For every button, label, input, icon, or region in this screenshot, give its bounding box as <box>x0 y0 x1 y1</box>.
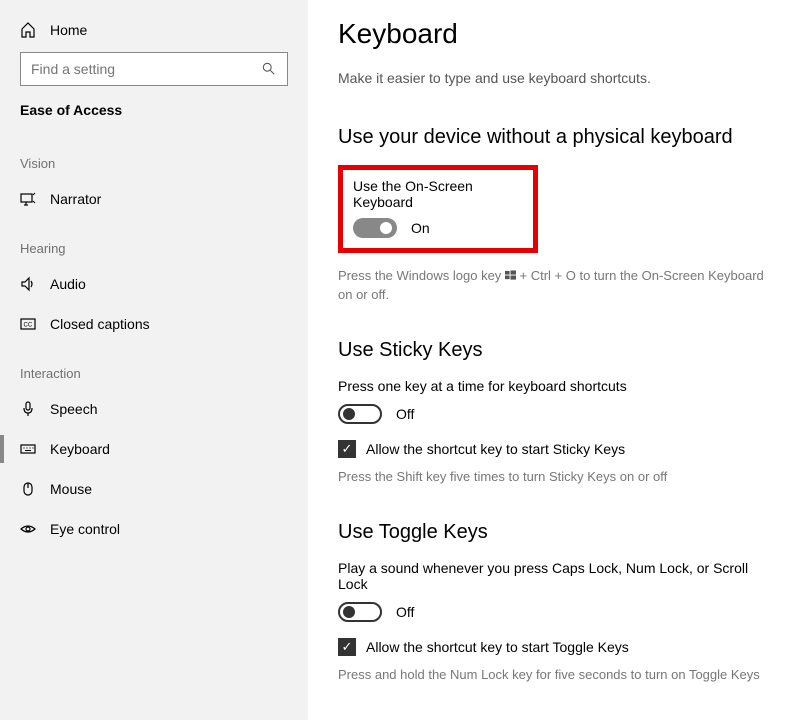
toggle-keys-shortcut-label: Allow the shortcut key to start Toggle K… <box>366 639 629 655</box>
speech-icon <box>20 401 36 417</box>
mouse-icon <box>20 481 36 497</box>
keyboard-icon <box>20 441 36 457</box>
onscreen-keyboard-highlight-box: Use the On-Screen Keyboard On <box>338 165 538 253</box>
sidebar: Home Ease of Access Vision Narrator Hear… <box>0 0 308 720</box>
sticky-desc: Press one key at a time for keyboard sho… <box>338 378 770 394</box>
search-icon <box>262 61 277 77</box>
sticky-keys-toggle-state: Off <box>396 406 414 422</box>
main-content: Keyboard Make it easier to type and use … <box>308 0 800 720</box>
sidebar-item-label: Narrator <box>50 191 101 207</box>
toggle-keys-toggle[interactable] <box>338 602 382 622</box>
sticky-section-title: Use Sticky Keys <box>338 339 770 362</box>
onscreen-keyboard-label: Use the On-Screen Keyboard <box>353 178 523 210</box>
sidebar-item-label: Speech <box>50 401 97 417</box>
toggle-keys-shortcut-checkbox[interactable]: ✓ <box>338 638 356 656</box>
sidebar-item-closed-captions[interactable]: CC Closed captions <box>20 304 288 344</box>
sidebar-item-label: Audio <box>50 276 86 292</box>
audio-icon <box>20 276 36 292</box>
sticky-keys-toggle[interactable] <box>338 404 382 424</box>
home-label: Home <box>50 22 87 38</box>
toggle-keys-toggle-state: Off <box>396 604 414 620</box>
onscreen-keyboard-hint: Press the Windows logo key + Ctrl + O to… <box>338 267 770 305</box>
home-link[interactable]: Home <box>20 18 288 52</box>
home-icon <box>20 22 36 38</box>
svg-text:CC: CC <box>24 323 33 329</box>
onscreen-keyboard-toggle[interactable] <box>353 218 397 238</box>
sidebar-section-title: Ease of Access <box>20 102 288 134</box>
sidebar-item-audio[interactable]: Audio <box>20 264 288 304</box>
sidebar-item-mouse[interactable]: Mouse <box>20 469 288 509</box>
sticky-keys-shortcut-checkbox[interactable]: ✓ <box>338 440 356 458</box>
togglekeys-desc: Play a sound whenever you press Caps Loc… <box>338 560 770 592</box>
group-hearing-label: Hearing <box>20 219 288 264</box>
search-input[interactable] <box>31 61 262 77</box>
sidebar-item-keyboard[interactable]: Keyboard <box>20 429 288 469</box>
search-input-container[interactable] <box>20 52 288 86</box>
sticky-keys-hint: Press the Shift key five times to turn S… <box>338 468 770 487</box>
settings-window: Home Ease of Access Vision Narrator Hear… <box>0 0 800 720</box>
onscreen-keyboard-toggle-state: On <box>411 220 430 236</box>
group-vision-label: Vision <box>20 134 288 179</box>
sidebar-item-narrator[interactable]: Narrator <box>20 179 288 219</box>
sidebar-item-label: Mouse <box>50 481 92 497</box>
toggle-keys-hint: Press and hold the Num Lock key for five… <box>338 666 770 685</box>
sidebar-item-label: Closed captions <box>50 316 150 332</box>
windows-logo-icon <box>505 268 516 283</box>
sidebar-item-label: Keyboard <box>50 441 110 457</box>
sidebar-item-eye-control[interactable]: Eye control <box>20 509 288 549</box>
narrator-icon <box>20 191 36 207</box>
group-interaction-label: Interaction <box>20 344 288 389</box>
togglekeys-section-title: Use Toggle Keys <box>338 521 770 544</box>
sidebar-item-speech[interactable]: Speech <box>20 389 288 429</box>
sticky-keys-shortcut-label: Allow the shortcut key to start Sticky K… <box>366 441 625 457</box>
page-subtitle: Make it easier to type and use keyboard … <box>338 70 770 86</box>
eye-icon <box>20 521 36 537</box>
closed-captions-icon: CC <box>20 316 36 332</box>
onscreen-section-title: Use your device without a physical keybo… <box>338 126 770 149</box>
sidebar-item-label: Eye control <box>50 521 120 537</box>
page-title: Keyboard <box>338 18 770 50</box>
